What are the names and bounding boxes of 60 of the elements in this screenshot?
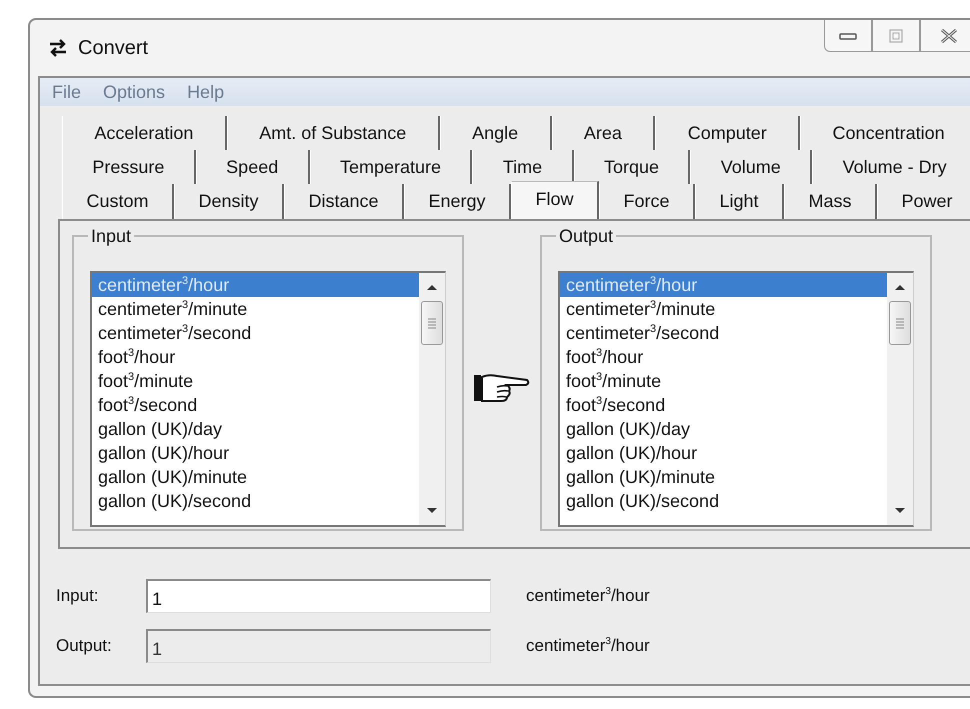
list-item[interactable]: gallon (UK)/hour [92,441,419,465]
minimize-icon [839,30,857,40]
tab[interactable]: Light [694,184,784,219]
tab[interactable]: Distance [284,184,404,219]
field-label: Output: [56,636,113,656]
tab[interactable]: Area [552,116,656,150]
list-item[interactable]: gallon (UK)/day [92,417,419,441]
scroll-up-icon[interactable] [426,283,438,291]
scroll-thumb[interactable] [421,301,443,345]
tab[interactable]: Angle [440,116,552,150]
tab[interactable]: Acceleration [62,116,227,150]
list-item[interactable]: gallon (UK)/minute [560,465,887,489]
list-item[interactable]: gallon (UK)/second [92,489,419,513]
tab[interactable]: Mass [784,184,877,219]
value-field[interactable]: 1 [146,579,491,613]
swap-arrows-icon [48,39,68,57]
list-item[interactable]: centimeter$^{3}$/minute [92,297,419,321]
list-item[interactable]: gallon (UK)/day [560,417,887,441]
tab[interactable]: Custom [62,184,174,219]
scroll-thumb[interactable] [889,301,911,345]
maximize-icon [889,28,903,42]
window-title: Convert [78,36,148,60]
list-item[interactable]: foot$^{3}$/second [560,393,887,417]
unit-label: centimeter$^{3}$/hour [526,636,650,656]
scroll-up-icon[interactable] [894,283,906,291]
list-box[interactable]: centimeter$^{3}$/hour centimeter$^{3}$/minute centimeter$^{3}$/second foot$^{3}$/hour foot$^{3}$/minute foot$^{3}$/second gallon (UK)/day gallon (UK)/hour gallon (UK)/minute gallon (UK)/second [90,271,446,527]
list-item[interactable]: foot$^{3}$/minute [560,369,887,393]
list-item[interactable]: gallon (UK)/minute [92,465,419,489]
scroll-down-icon[interactable] [426,507,438,515]
close-icon [939,28,959,44]
tab[interactable]: Force [598,184,695,219]
scrollbar[interactable] [419,273,445,525]
list-item[interactable]: gallon (UK)/second [560,489,887,513]
scroll-down-icon[interactable] [894,507,906,515]
tab[interactable]: Temperature [310,150,472,184]
unit-label: centimeter$^{3}$/hour [526,586,650,606]
tab[interactable]: Pressure [62,150,196,184]
close-button[interactable] [920,20,970,52]
minimize-button[interactable] [824,20,872,52]
list-item[interactable]: foot$^{3}$/minute [92,369,419,393]
tab[interactable]: Density [174,184,284,219]
list-item[interactable]: centimeter$^{3}$/second [92,321,419,345]
list-item[interactable]: gallon (UK)/hour [560,441,887,465]
group-title: Output [556,226,616,247]
tab[interactable]: Energy [404,184,511,219]
list-item[interactable]: foot$^{3}$/second [92,393,419,417]
tab[interactable]: Speed [196,150,310,184]
tab[interactable]: Amt. of Substance [226,116,440,150]
list-item[interactable]: foot$^{3}$/hour [560,345,887,369]
scrollbar[interactable] [887,273,913,525]
list-item[interactable]: foot$^{3}$/hour [92,345,419,369]
list-box[interactable]: centimeter$^{3}$/hour centimeter$^{3}$/minute centimeter$^{3}$/second foot$^{3}$/hour foot$^{3}$/minute foot$^{3}$/second gallon (UK)/day gallon (UK)/hour gallon (UK)/minute gallon (UK)/second [558,271,914,527]
tab[interactable]: Volume [690,150,812,184]
tab[interactable]: Torque [574,150,690,184]
field-label: Input: [56,586,100,606]
tab[interactable]: Computer [655,116,800,150]
list-item[interactable]: centimeter$^{3}$/second [560,321,887,345]
tab[interactable]: Time [472,150,574,184]
tab[interactable]: Flow [511,181,599,219]
list-item[interactable]: centimeter$^{3}$/minute [560,297,887,321]
